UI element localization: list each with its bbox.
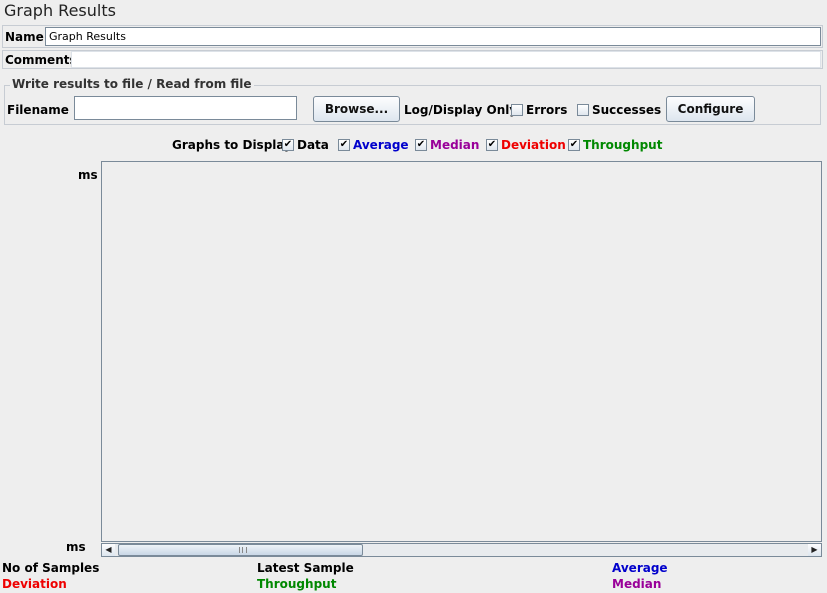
successes-checkbox[interactable] [577, 104, 589, 116]
file-panel-legend: Write results to file / Read from file [10, 77, 254, 91]
errors-label: Errors [526, 103, 568, 117]
graph-horizontal-scrollbar[interactable]: ◀ ▶ [101, 543, 822, 557]
throughput-stat-label: Throughput [257, 577, 337, 591]
average-checkbox[interactable]: ✔ [338, 139, 350, 151]
comments-label: Comments: [5, 53, 82, 67]
filename-label: Filename [7, 103, 69, 117]
data-checkbox[interactable]: ✔ [282, 139, 294, 151]
graph-results-panel: Graph Results Name: Comments: Write resu… [0, 0, 827, 593]
median-option-label: Median [430, 138, 480, 152]
median-stat-label: Median [612, 577, 662, 591]
grip-icon [239, 547, 247, 553]
deviation-option-label: Deviation [501, 138, 566, 152]
y-axis-top-label: ms [78, 168, 98, 182]
median-checkbox[interactable]: ✔ [415, 139, 427, 151]
scroll-right-icon[interactable]: ▶ [808, 544, 821, 556]
deviation-stat-label: Deviation [2, 577, 67, 591]
graphs-to-display-label: Graphs to Display [172, 138, 292, 152]
comments-row: Comments: [2, 50, 823, 69]
browse-button[interactable]: Browse... [313, 96, 400, 122]
errors-checkbox[interactable] [511, 104, 523, 116]
filename-input[interactable] [74, 96, 297, 120]
average-option-label: Average [353, 138, 409, 152]
successes-label: Successes [592, 103, 662, 117]
scroll-left-icon[interactable]: ◀ [102, 544, 115, 556]
data-option-label: Data [297, 138, 329, 152]
y-axis-bottom-label: ms [66, 540, 86, 554]
throughput-option-label: Throughput [583, 138, 663, 152]
no-of-samples-label: No of Samples [2, 561, 100, 575]
name-field[interactable] [45, 27, 821, 46]
throughput-checkbox[interactable]: ✔ [568, 139, 580, 151]
configure-button[interactable]: Configure [666, 96, 755, 122]
graph-canvas [101, 161, 822, 542]
deviation-checkbox[interactable]: ✔ [486, 139, 498, 151]
average-stat-label: Average [612, 561, 668, 575]
comments-field[interactable] [71, 51, 821, 68]
scrollbar-thumb[interactable] [118, 544, 363, 556]
latest-sample-label: Latest Sample [257, 561, 354, 575]
name-row: Name: [2, 25, 823, 48]
name-label: Name: [5, 30, 49, 44]
log-display-only-label: Log/Display Only: [404, 103, 522, 117]
panel-title: Graph Results [4, 1, 116, 20]
